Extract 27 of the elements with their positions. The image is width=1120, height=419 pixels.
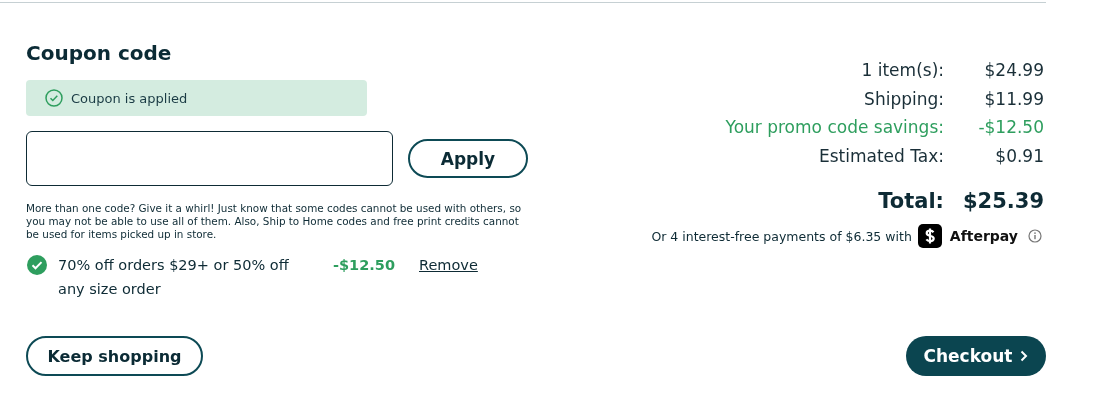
summary-value: $0.91 xyxy=(994,144,1044,168)
status-message: Coupon is applied xyxy=(71,90,188,106)
summary-value: -$12.50 xyxy=(977,116,1044,139)
info-icon xyxy=(1028,229,1042,243)
coupon-description: 70% off orders $29+ or 50% off any size order xyxy=(58,256,290,299)
keep-shopping-button[interactable]: Keep shopping xyxy=(26,336,203,376)
brand-name: Afterpay xyxy=(949,228,1018,244)
summary-label: 1 item(s): xyxy=(860,59,944,82)
dollar-sign-icon xyxy=(917,224,942,248)
section-heading: Coupon code xyxy=(26,41,173,65)
summary-value: $11.99 xyxy=(983,87,1044,111)
chevron-right-icon xyxy=(1020,350,1029,362)
check-circle-icon xyxy=(26,254,48,276)
summary-value: $24.99 xyxy=(983,59,1044,82)
summary-label: Shipping: xyxy=(863,87,944,111)
coupon-field[interactable] xyxy=(26,131,393,186)
installment-text: Or 4 interest-free payments of $6.35 with xyxy=(651,228,912,244)
checkout-button[interactable]: Checkout xyxy=(906,336,1046,376)
remove-link[interactable]: Remove xyxy=(419,253,478,277)
summary-label: Estimated Tax: xyxy=(817,144,944,168)
help-text: More than one code? Give it a whirl! Just know that some codes cannot be used with others, so you may not be able to use all of them. Also, Ship to Home codes and free print credits cannot be used for items picked up in store. xyxy=(26,202,523,241)
apply-button[interactable]: Apply xyxy=(408,139,528,178)
total-label: Total: xyxy=(878,188,944,214)
total-value: $25.39 xyxy=(961,188,1044,214)
discount-amount: -$12.50 xyxy=(333,256,396,275)
summary-label: Your promo code savings: xyxy=(725,116,944,139)
check-circle-icon xyxy=(45,89,63,107)
